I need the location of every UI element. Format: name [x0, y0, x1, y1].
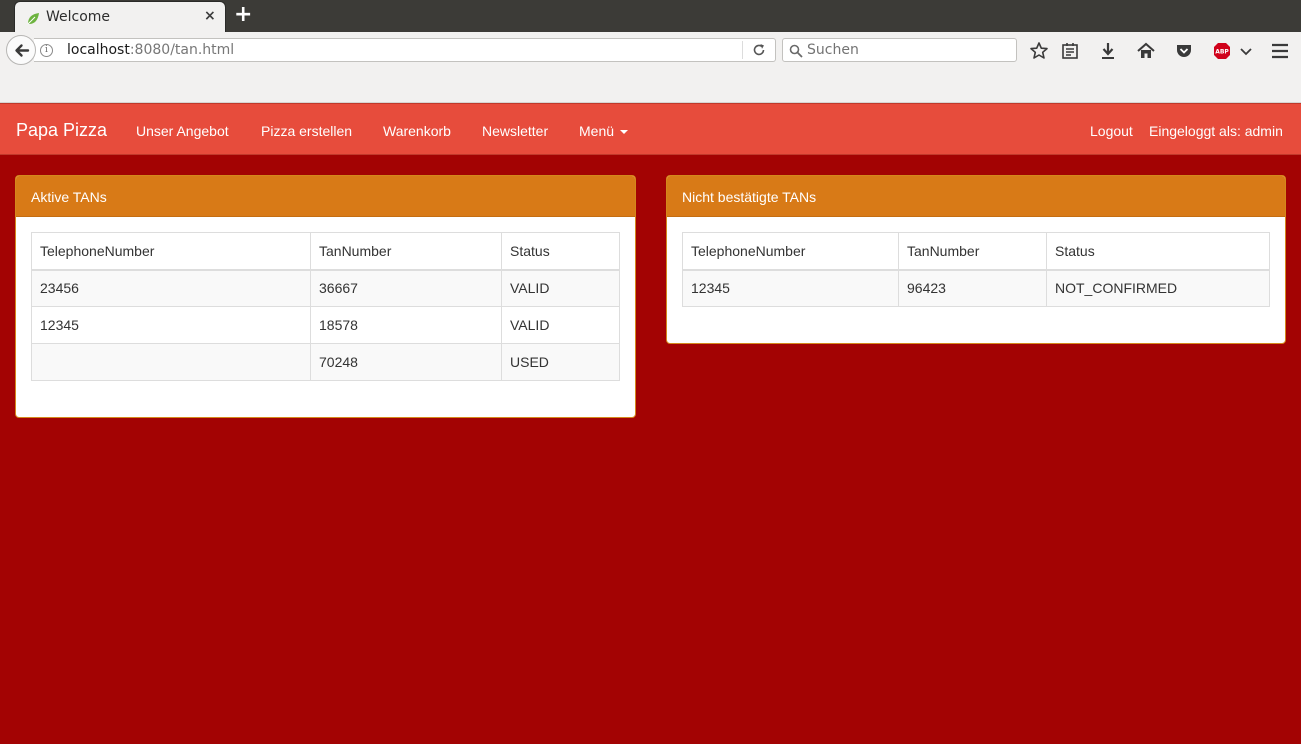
pocket-icon[interactable] — [1174, 41, 1194, 61]
search-icon — [789, 43, 803, 62]
reading-list-icon[interactable] — [1060, 41, 1080, 61]
browser-titlebar: Welcome × + — [0, 0, 1301, 32]
tan-cell: 18578 — [310, 306, 502, 344]
tan-cell: 96423 — [898, 269, 1047, 307]
home-icon[interactable] — [1136, 41, 1156, 61]
adblock-plus-icon[interactable]: ABP — [1212, 41, 1232, 61]
tan-cell: 36667 — [310, 269, 502, 307]
nav-pizza-erstellen[interactable]: Pizza erstellen — [261, 123, 352, 139]
panel-title: Nicht bestätigte TANs — [667, 176, 1285, 217]
table-row: 70248 USED — [31, 343, 620, 381]
unconfirmed-tans-panel: Nicht bestätigte TANs TelephoneNumber Ta… — [666, 175, 1286, 344]
column-header: TanNumber — [898, 232, 1047, 271]
tan-cell: 70248 — [310, 343, 502, 381]
table-row: 12345 18578 VALID — [31, 306, 620, 344]
panel-title: Aktive TANs — [16, 176, 635, 217]
svg-text:ABP: ABP — [1215, 49, 1229, 56]
table-row: 12345 96423 NOT_CONFIRMED — [682, 269, 1270, 307]
site-navbar: Papa Pizza Unser Angebot Pizza erstellen… — [0, 103, 1301, 155]
back-arrow-icon — [15, 44, 30, 57]
logged-in-user: Eingeloggt als: admin — [1149, 123, 1283, 139]
bookmark-star-icon[interactable] — [1029, 41, 1049, 61]
column-header: TelephoneNumber — [31, 232, 311, 271]
nav-warenkorb[interactable]: Warenkorb — [383, 123, 451, 139]
tab-title: Welcome — [46, 9, 111, 25]
telephone-cell — [31, 343, 311, 381]
reload-icon[interactable] — [751, 42, 767, 62]
telephone-cell: 23456 — [31, 269, 311, 307]
column-header: Status — [501, 232, 620, 271]
url-divider — [742, 41, 743, 59]
info-icon[interactable]: i — [40, 44, 53, 57]
url-text[interactable]: localhost:8080/tan.html — [67, 42, 234, 58]
unconfirmed-tans-table: TelephoneNumber TanNumber Status 12345 9… — [682, 232, 1270, 307]
panel-body: TelephoneNumber TanNumber Status 23456 3… — [16, 217, 635, 396]
table-header-row: TelephoneNumber TanNumber Status — [682, 232, 1270, 271]
nav-newsletter[interactable]: Newsletter — [482, 123, 548, 139]
telephone-cell: 12345 — [31, 306, 311, 344]
tab-close-icon[interactable]: × — [204, 8, 216, 24]
caret-down-icon — [620, 130, 629, 135]
url-path: :8080/tan.html — [129, 42, 235, 58]
column-header: TanNumber — [310, 232, 502, 271]
new-tab-button[interactable]: + — [234, 3, 252, 27]
status-cell: NOT_CONFIRMED — [1046, 269, 1270, 307]
table-row: 23456 36667 VALID — [31, 269, 620, 307]
menu-label: Menü — [579, 123, 615, 139]
status-cell: VALID — [501, 306, 620, 344]
nav-menu-dropdown[interactable]: Menü — [579, 123, 629, 139]
active-tans-panel: Aktive TANs TelephoneNumber TanNumber St… — [15, 175, 636, 418]
logout-link[interactable]: Logout — [1090, 123, 1133, 139]
telephone-cell: 12345 — [682, 269, 899, 307]
hamburger-menu-icon[interactable] — [1270, 41, 1290, 61]
status-cell: VALID — [501, 269, 620, 307]
status-cell: USED — [501, 343, 620, 381]
column-header: Status — [1046, 232, 1270, 271]
back-button[interactable] — [6, 35, 36, 65]
panel-body: TelephoneNumber TanNumber Status 12345 9… — [667, 217, 1285, 322]
active-tans-table: TelephoneNumber TanNumber Status 23456 3… — [31, 232, 620, 381]
column-header: TelephoneNumber — [682, 232, 899, 271]
brand-link[interactable]: Papa Pizza — [16, 120, 107, 141]
download-icon[interactable] — [1098, 41, 1118, 61]
leaf-favicon-icon — [26, 11, 40, 25]
chevron-down-icon[interactable] — [1238, 41, 1258, 61]
search-bar[interactable]: Suchen — [782, 38, 1017, 62]
url-bar[interactable]: i localhost:8080/tan.html — [34, 38, 776, 62]
browser-tab[interactable]: Welcome × — [14, 1, 226, 32]
url-host: localhost — [67, 42, 130, 58]
nav-unser-angebot[interactable]: Unser Angebot — [136, 123, 229, 139]
browser-toolbar: i localhost:8080/tan.html Suchen ABP — [0, 32, 1301, 103]
table-header-row: TelephoneNumber TanNumber Status — [31, 232, 620, 271]
search-placeholder: Suchen — [807, 42, 859, 58]
